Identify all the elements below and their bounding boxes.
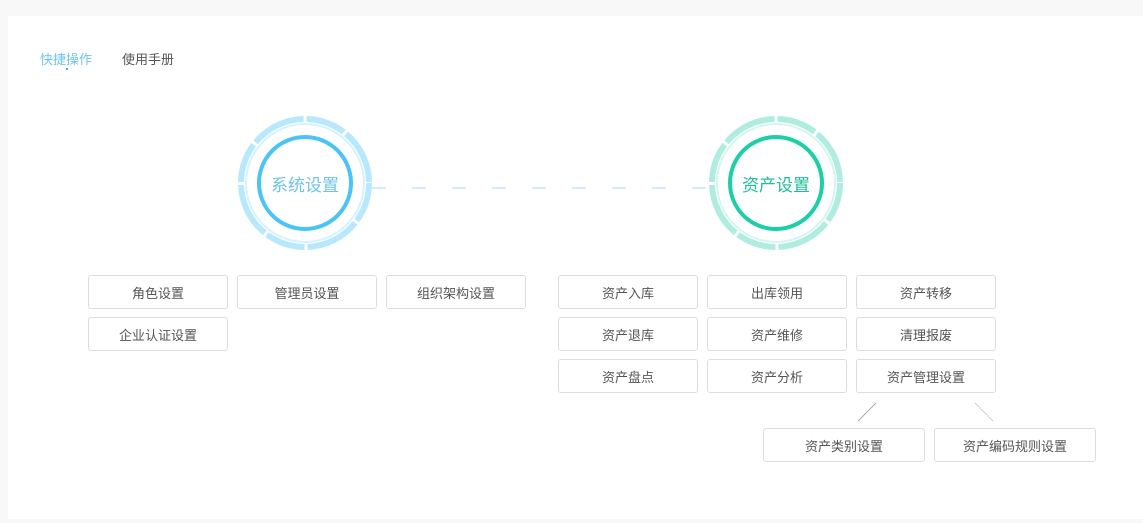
asset-transfer-button[interactable]: 资产转移 [856,275,996,309]
outbound-requisition-button[interactable]: 出库领用 [707,275,847,309]
tree-connector-lines [857,402,994,422]
connector-right [974,402,994,422]
enterprise-verification-button[interactable]: 企业认证设置 [88,317,228,351]
dashed-connector [372,187,708,189]
system-settings-circle[interactable]: 系统设置 [237,115,373,251]
asset-settings-title: 资产设置 [742,175,810,195]
active-tab-indicator [66,68,68,70]
asset-analysis-button[interactable]: 资产分析 [707,359,847,393]
asset-inbound-button[interactable]: 资产入库 [558,275,698,309]
org-structure-settings-button[interactable]: 组织架构设置 [386,275,526,309]
asset-repair-button[interactable]: 资产维修 [707,317,847,351]
tab-user-manual[interactable]: 使用手册 [122,49,174,68]
disposal-button[interactable]: 清理报废 [856,317,996,351]
tab-quick-actions[interactable]: 快捷操作 [40,49,92,68]
asset-inventory-button[interactable]: 资产盘点 [558,359,698,393]
connector-left [857,402,877,422]
asset-code-rule-settings-button[interactable]: 资产编码规则设置 [934,428,1096,462]
asset-management-settings-button[interactable]: 资产管理设置 [856,359,996,393]
role-settings-button[interactable]: 角色设置 [88,275,228,309]
system-settings-title: 系统设置 [271,175,339,195]
admin-settings-button[interactable]: 管理员设置 [237,275,377,309]
asset-category-settings-button[interactable]: 资产类别设置 [763,428,925,462]
asset-settings-circle[interactable]: 资产设置 [708,115,844,251]
asset-return-button[interactable]: 资产退库 [558,317,698,351]
